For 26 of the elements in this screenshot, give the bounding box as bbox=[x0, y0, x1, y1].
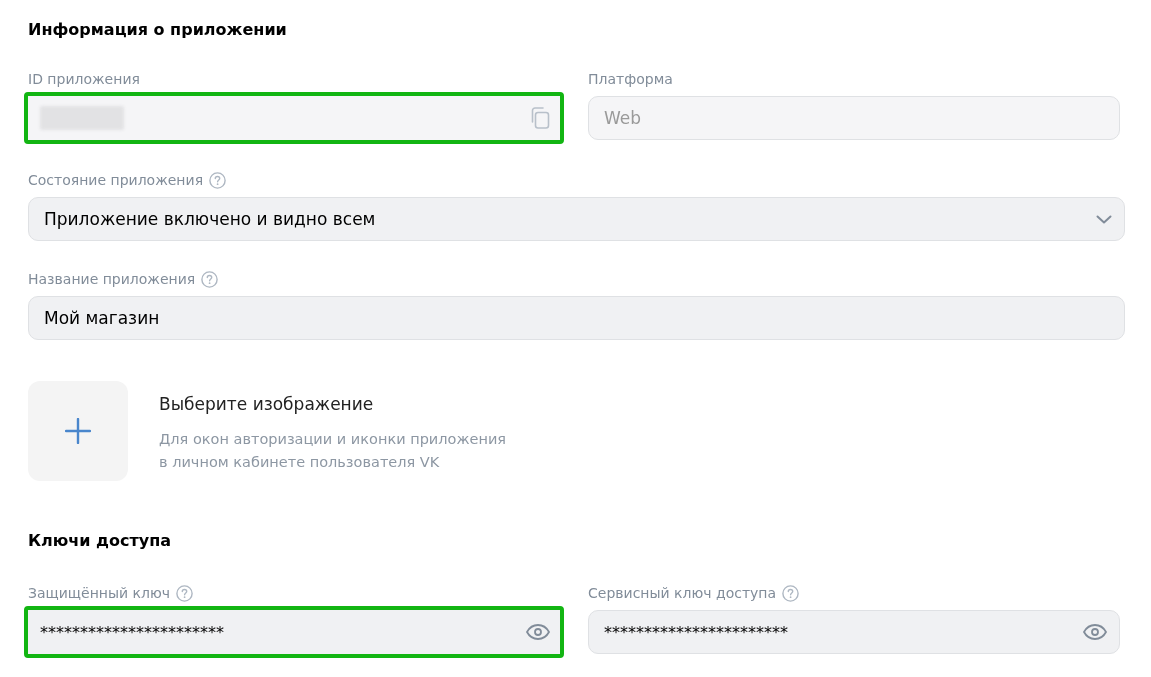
section-heading: Информация о приложении bbox=[28, 19, 287, 41]
input-field[interactable]: Мой магазин bbox=[28, 296, 1125, 340]
eye-icon[interactable] bbox=[1083, 624, 1107, 640]
help-icon[interactable] bbox=[176, 584, 193, 602]
plus-icon bbox=[65, 418, 91, 444]
help-icon[interactable] bbox=[201, 270, 219, 288]
field-label: Защищённый ключ bbox=[28, 584, 170, 602]
eye-icon[interactable] bbox=[526, 624, 550, 640]
input-field[interactable] bbox=[24, 92, 564, 144]
section-heading: Ключи доступа bbox=[28, 530, 172, 552]
image-picker-hint: Для окон авторизации и иконки приложения в личном кабинете пользователя VK bbox=[159, 430, 507, 472]
image-picker-title: Выберите изображение bbox=[159, 394, 374, 414]
copy-icon[interactable] bbox=[530, 107, 550, 129]
field-label: ID приложения bbox=[28, 70, 140, 88]
field-label: Сервисный ключ доступа bbox=[588, 584, 777, 602]
input-field: Web bbox=[588, 96, 1120, 140]
image-upload-tile[interactable] bbox=[28, 381, 128, 481]
help-icon[interactable] bbox=[782, 584, 800, 602]
field-label: Состояние приложения bbox=[28, 171, 204, 189]
input-field[interactable]: *********************** bbox=[24, 606, 564, 658]
help-icon[interactable] bbox=[209, 171, 227, 189]
field-label: Платформа bbox=[588, 70, 673, 88]
dropdown[interactable]: Приложение включено и видно всем bbox=[28, 197, 1125, 241]
chevron-down-icon bbox=[1096, 214, 1112, 224]
input-field[interactable]: *********************** bbox=[588, 610, 1120, 654]
field-label: Название приложения bbox=[28, 270, 196, 288]
